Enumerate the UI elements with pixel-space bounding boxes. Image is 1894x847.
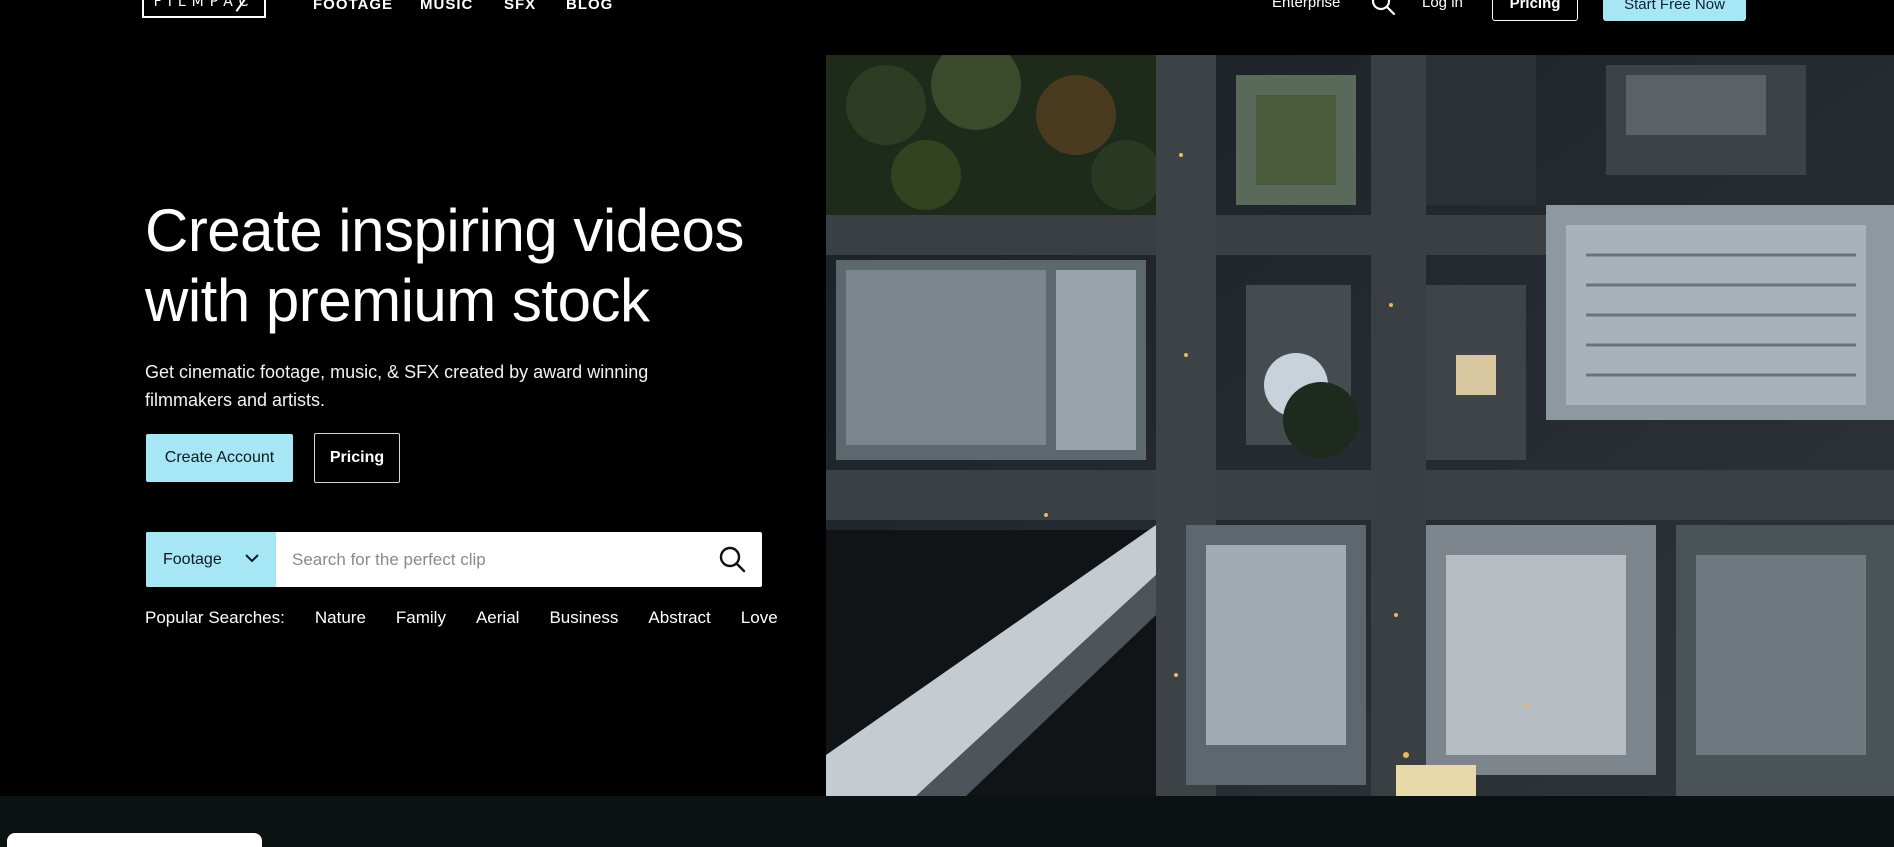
- hero-aerial-image: [826, 55, 1894, 796]
- popular-search-love[interactable]: Love: [741, 608, 778, 628]
- aerial-city-illustration: [826, 55, 1894, 796]
- start-free-now-button[interactable]: Start Free Now: [1603, 0, 1746, 21]
- popular-searches-label: Popular Searches:: [145, 608, 285, 627]
- top-nav: FILMPAC FOOTAGE MUSIC SFX BLOG Enterpris…: [0, 0, 1894, 30]
- hero-title: Create inspiring videos with premium sto…: [145, 196, 785, 336]
- search-input[interactable]: [276, 532, 706, 587]
- popular-search-business[interactable]: Business: [549, 608, 618, 628]
- popular-search-aerial[interactable]: Aerial: [476, 608, 519, 628]
- popular-searches: Popular Searches: Nature Family Aerial B…: [145, 607, 778, 629]
- hero-pricing-button[interactable]: Pricing: [314, 433, 400, 483]
- nav-pricing-button[interactable]: Pricing: [1492, 0, 1578, 21]
- search-submit-button[interactable]: [716, 544, 748, 576]
- create-account-button[interactable]: Create Account: [146, 434, 293, 482]
- search-icon: [719, 546, 746, 572]
- popular-search-family[interactable]: Family: [396, 608, 446, 628]
- login-link[interactable]: Log in: [1422, 0, 1463, 11]
- search-category-select[interactable]: Footage: [146, 532, 276, 587]
- bottom-section: [0, 796, 1894, 847]
- hero-subtitle-line1: Get cinematic footage, music, & SFX crea…: [145, 362, 649, 382]
- popular-search-abstract[interactable]: Abstract: [648, 608, 710, 628]
- nav-link-music[interactable]: MUSIC: [420, 0, 473, 13]
- hero-title-line1: Create inspiring videos: [145, 197, 744, 264]
- nav-link-sfx[interactable]: SFX: [504, 0, 536, 13]
- search-category-value: Footage: [163, 550, 222, 568]
- hero-title-line2: with premium stock: [145, 267, 650, 334]
- search-icon[interactable]: [1370, 0, 1396, 16]
- bottom-card: [7, 833, 262, 847]
- search-bar: Footage: [146, 532, 762, 587]
- nav-link-footage[interactable]: FOOTAGE: [313, 0, 393, 13]
- filmpac-logo[interactable]: FILMPAC: [142, 0, 266, 18]
- nav-link-blog[interactable]: BLOG: [566, 0, 613, 13]
- popular-search-nature[interactable]: Nature: [315, 608, 366, 628]
- nav-link-enterprise[interactable]: Enterprise: [1272, 0, 1340, 11]
- chevron-down-icon: [245, 554, 259, 563]
- hero-subtitle-line2: filmmakers and artists.: [145, 390, 326, 410]
- hero-subtitle: Get cinematic footage, music, & SFX crea…: [145, 358, 705, 414]
